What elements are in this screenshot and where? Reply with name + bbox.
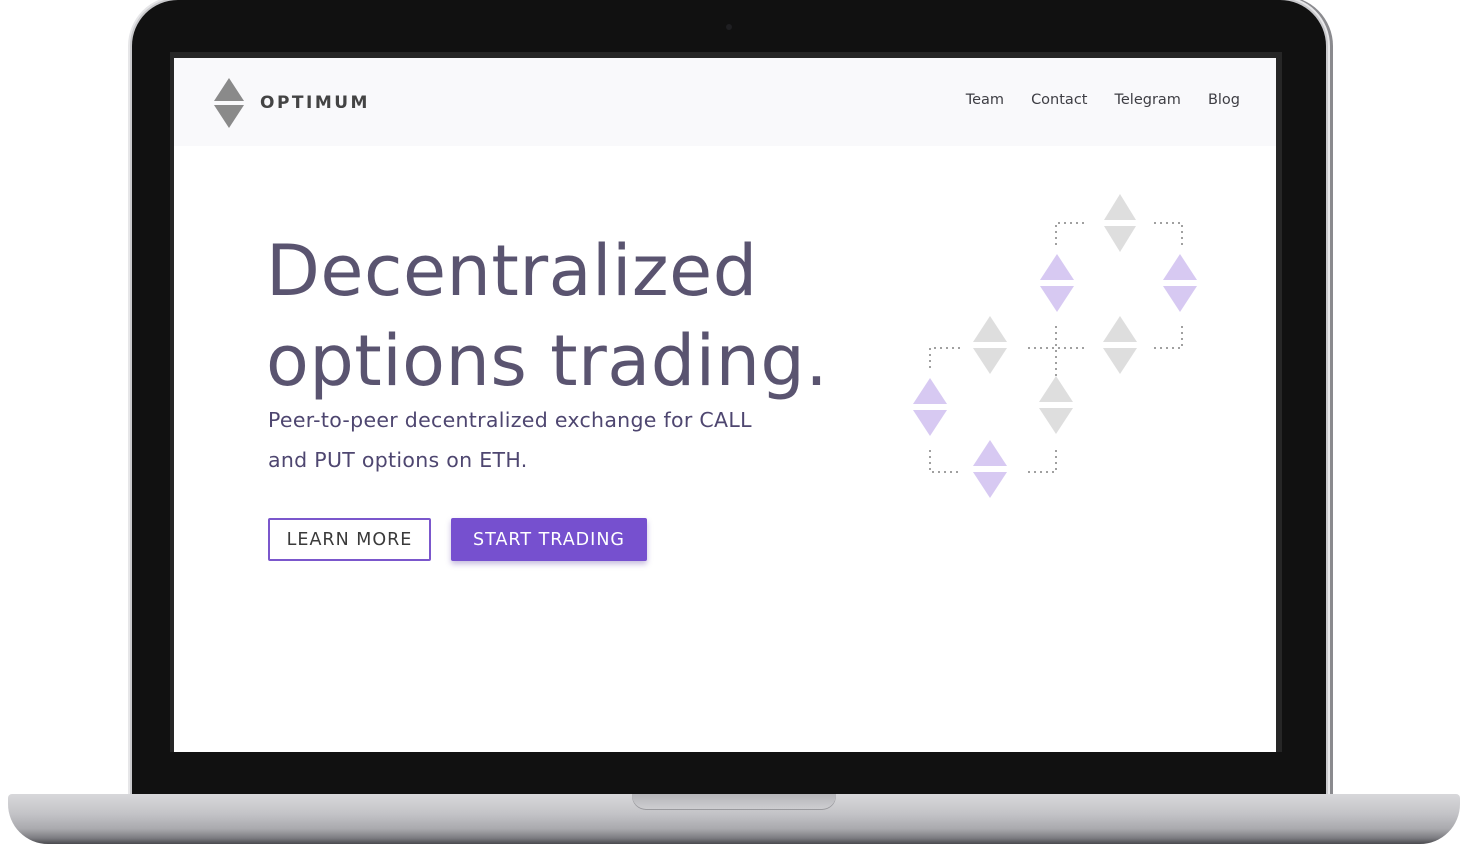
- laptop-base-notch: [632, 794, 836, 810]
- nav-link-team[interactable]: Team: [966, 92, 1004, 108]
- start-trading-button[interactable]: START TRADING: [451, 518, 647, 561]
- hero-title: Decentralized options trading.: [266, 226, 966, 406]
- hero-subtitle-line1: Peer-to-peer decentralized exchange for …: [268, 408, 752, 432]
- brand-link[interactable]: OPTIMUM: [214, 78, 370, 128]
- laptop-mockup: OPTIMUM Team Contact Telegram Blog Decen…: [0, 0, 1466, 852]
- diamond-logo-icon: [214, 78, 244, 128]
- hero-subtitle: Peer-to-peer decentralized exchange for …: [268, 400, 828, 480]
- laptop-lid: OPTIMUM Team Contact Telegram Blog Decen…: [132, 0, 1326, 808]
- nav-link-blog[interactable]: Blog: [1208, 92, 1240, 108]
- nav-links: Team Contact Telegram Blog: [966, 92, 1240, 108]
- hero-title-line1: Decentralized: [266, 230, 758, 312]
- nav-link-contact[interactable]: Contact: [1031, 92, 1087, 108]
- network-diagram-illustration: [913, 194, 1197, 498]
- camera-dot: [726, 24, 732, 30]
- navbar: OPTIMUM Team Contact Telegram Blog: [174, 58, 1276, 146]
- screen: OPTIMUM Team Contact Telegram Blog Decen…: [174, 58, 1276, 752]
- hero-subtitle-line2: and PUT options on ETH.: [268, 448, 528, 472]
- laptop-base: [8, 794, 1460, 844]
- nav-link-telegram[interactable]: Telegram: [1114, 92, 1180, 108]
- brand-name: OPTIMUM: [260, 93, 370, 113]
- hero-title-line2: options trading.: [266, 320, 829, 402]
- learn-more-button[interactable]: LEARN MORE: [268, 518, 431, 561]
